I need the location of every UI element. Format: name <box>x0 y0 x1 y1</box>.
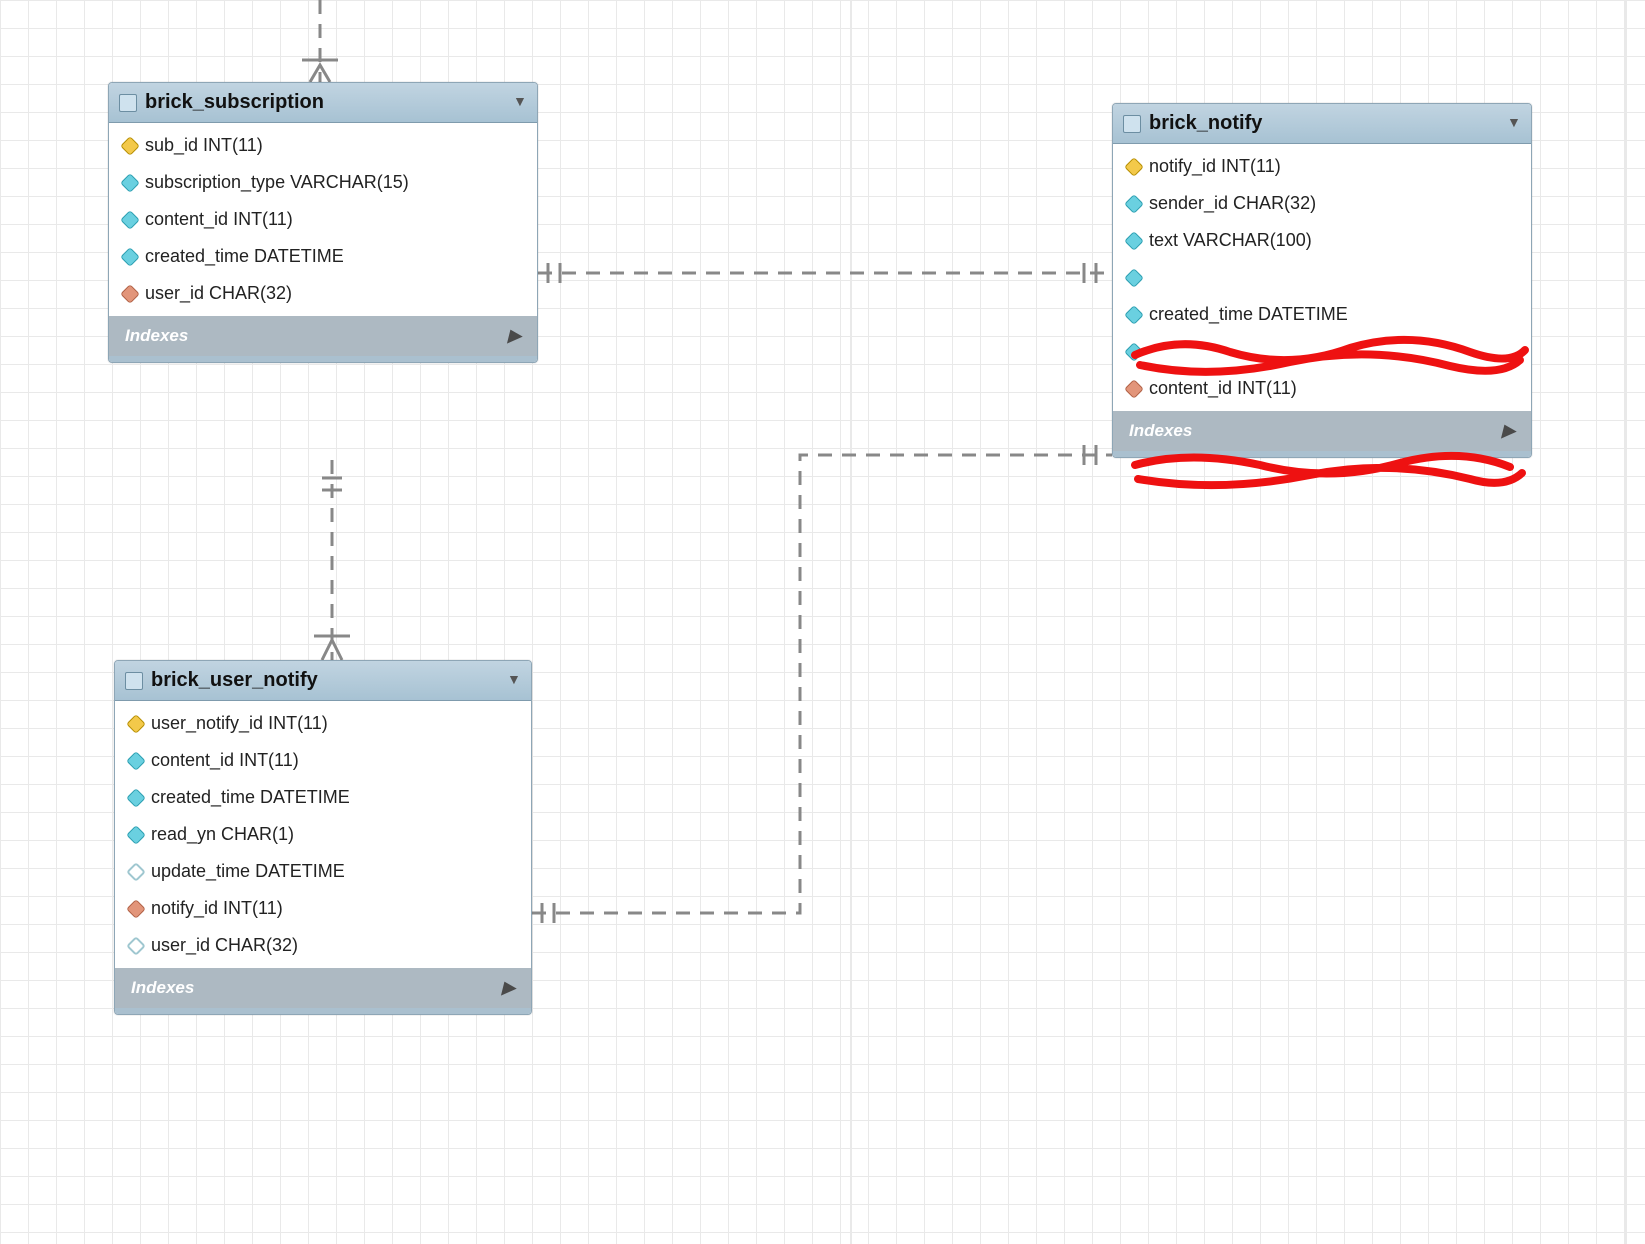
grid-stripe <box>1625 0 1627 1244</box>
attr-icon <box>1124 231 1144 251</box>
column-label: created_time DATETIME <box>145 246 344 267</box>
attr-icon <box>1124 268 1144 288</box>
connector-usernotify-notify <box>532 455 1112 913</box>
table-title: brick_notify <box>1149 112 1262 135</box>
expand-icon[interactable]: ▶ <box>1502 421 1515 441</box>
indexes-label: Indexes <box>1129 421 1192 441</box>
column-row: content_id INT(11) <box>109 201 537 238</box>
table-brick-notify[interactable]: brick_notify ▲ notify_id INT(11) sender_… <box>1112 103 1532 458</box>
columns-list: user_notify_id INT(11) content_id INT(11… <box>115 701 531 968</box>
table-brick-user-notify[interactable]: brick_user_notify ▲ user_notify_id INT(1… <box>114 660 532 1015</box>
fk-icon <box>126 899 146 919</box>
table-title: brick_user_notify <box>151 669 318 692</box>
key-icon <box>126 714 146 734</box>
column-label: update_time DATETIME <box>151 861 345 882</box>
column-label: content_id INT(11) <box>1149 378 1297 399</box>
collapse-icon[interactable]: ▲ <box>507 673 521 689</box>
expand-icon[interactable]: ▶ <box>508 326 521 346</box>
attr-icon <box>1124 342 1144 362</box>
column-row: content_id INT(11) <box>115 742 531 779</box>
column-row: user_id CHAR(32) <box>115 927 531 964</box>
column-label: created_time DATETIME <box>1149 304 1348 325</box>
column-row: created_time DATETIME <box>115 779 531 816</box>
table-icon <box>125 672 143 690</box>
footer-bar <box>109 356 537 362</box>
grid-stripe <box>850 0 852 1244</box>
column-row: user_id CHAR(32) <box>109 275 537 312</box>
attr-icon <box>1124 194 1144 214</box>
diagram-canvas: brick_subscription ▲ sub_id INT(11) subs… <box>0 0 1645 1244</box>
attr-icon <box>126 751 146 771</box>
attr-icon <box>120 210 140 230</box>
table-header[interactable]: brick_user_notify ▲ <box>115 661 531 701</box>
attr-icon <box>120 173 140 193</box>
column-row: created_time DATETIME <box>1113 296 1531 333</box>
collapse-icon[interactable]: ▲ <box>513 95 527 111</box>
column-label: read_yn CHAR(1) <box>151 824 294 845</box>
attr-nullable-icon <box>126 862 146 882</box>
column-label: notify_id INT(11) <box>151 898 283 919</box>
table-title: brick_subscription <box>145 91 324 114</box>
column-row: sender_id CHAR(32) <box>1113 185 1531 222</box>
attr-icon <box>120 247 140 267</box>
table-icon <box>1123 115 1141 133</box>
indexes-label: Indexes <box>131 978 194 998</box>
table-header[interactable]: brick_notify ▲ <box>1113 104 1531 144</box>
column-label: text VARCHAR(100) <box>1149 230 1312 251</box>
attr-nullable-icon <box>126 936 146 956</box>
column-label: content_id INT(11) <box>145 209 293 230</box>
key-icon <box>1124 157 1144 177</box>
table-header[interactable]: brick_subscription ▲ <box>109 83 537 123</box>
collapse-icon[interactable]: ▲ <box>1507 116 1521 132</box>
table-brick-subscription[interactable]: brick_subscription ▲ sub_id INT(11) subs… <box>108 82 538 363</box>
column-label: user_notify_id INT(11) <box>151 713 328 734</box>
key-icon <box>120 136 140 156</box>
attr-icon <box>126 788 146 808</box>
column-row <box>1113 333 1531 370</box>
column-row: content_id INT(11) <box>1113 370 1531 407</box>
column-label-redacted <box>1149 341 1154 362</box>
footer-bar <box>115 1008 531 1014</box>
column-label: sub_id INT(11) <box>145 135 263 156</box>
fk-icon <box>120 284 140 304</box>
column-row: sub_id INT(11) <box>109 127 537 164</box>
column-row: user_notify_id INT(11) <box>115 705 531 742</box>
column-label: notify_id INT(11) <box>1149 156 1281 177</box>
column-row: text VARCHAR(100) <box>1113 222 1531 259</box>
indexes-section[interactable]: Indexes ▶ <box>115 968 531 1008</box>
column-row: read_yn CHAR(1) <box>115 816 531 853</box>
column-row: created_time DATETIME <box>109 238 537 275</box>
column-label: created_time DATETIME <box>151 787 350 808</box>
expand-icon[interactable]: ▶ <box>502 978 515 998</box>
column-label-redacted <box>1149 267 1154 288</box>
column-label: user_id CHAR(32) <box>145 283 292 304</box>
columns-list: sub_id INT(11) subscription_type VARCHAR… <box>109 123 537 316</box>
attr-icon <box>126 825 146 845</box>
column-label: sender_id CHAR(32) <box>1149 193 1316 214</box>
indexes-section[interactable]: Indexes ▶ <box>109 316 537 356</box>
column-row: notify_id INT(11) <box>115 890 531 927</box>
attr-icon <box>1124 305 1144 325</box>
table-icon <box>119 94 137 112</box>
column-row: subscription_type VARCHAR(15) <box>109 164 537 201</box>
column-row: update_time DATETIME <box>115 853 531 890</box>
column-label: subscription_type VARCHAR(15) <box>145 172 409 193</box>
column-row: notify_id INT(11) <box>1113 148 1531 185</box>
indexes-section[interactable]: Indexes ▶ <box>1113 411 1531 451</box>
indexes-label: Indexes <box>125 326 188 346</box>
column-row <box>1113 259 1531 296</box>
footer-bar <box>1113 451 1531 457</box>
column-label: user_id CHAR(32) <box>151 935 298 956</box>
fk-icon <box>1124 379 1144 399</box>
column-label: content_id INT(11) <box>151 750 299 771</box>
columns-list: notify_id INT(11) sender_id CHAR(32) tex… <box>1113 144 1531 411</box>
